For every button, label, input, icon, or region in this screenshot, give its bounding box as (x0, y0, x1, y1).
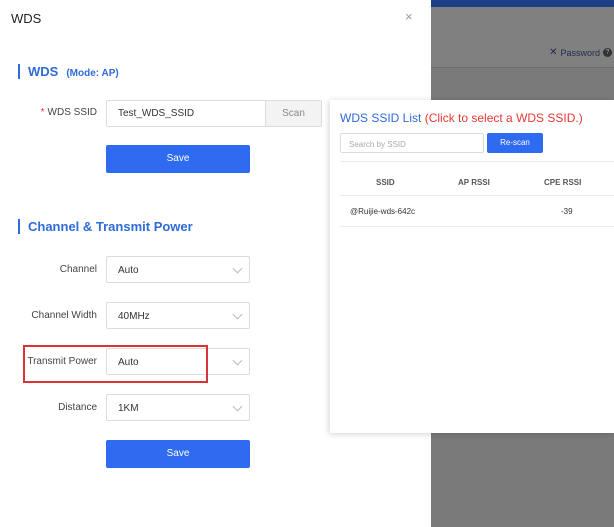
channel-section-header: Channel & Transmit Power (18, 219, 193, 234)
wds-ssid-list-popover: WDS SSID List (Click to select a WDS SSI… (330, 100, 614, 433)
wds-save-button[interactable]: Save (106, 145, 250, 173)
highlight-annotation-box (23, 345, 208, 383)
ssid-list-title: WDS SSID List (Click to select a WDS SSI… (340, 111, 583, 125)
divider (340, 195, 614, 196)
wds-ssid-input[interactable]: Test_WDS_SSID Scan (106, 100, 322, 127)
ssid-search-input[interactable] (341, 135, 479, 154)
channel-value: Auto (118, 265, 139, 276)
distance-select[interactable]: 1KM (106, 394, 250, 421)
wds-section-title: WDS (28, 64, 59, 79)
password-link[interactable]: ✕ Password ? (549, 47, 612, 58)
channel-select[interactable]: Auto (106, 256, 250, 283)
table-row[interactable]: @Ruijie-wds-642c -39 (340, 198, 614, 224)
channel-width-value: 40MHz (118, 311, 150, 322)
wds-ssid-value: Test_WDS_SSID (118, 108, 195, 119)
column-header-ssid: SSID (376, 178, 395, 187)
password-link-label: Password (560, 47, 600, 58)
distance-label: Distance (58, 402, 97, 413)
divider (340, 161, 614, 162)
rescan-button[interactable]: Re-scan (487, 133, 543, 153)
help-icon[interactable]: ? (603, 48, 612, 57)
chevron-down-icon (232, 263, 243, 274)
channel-width-select[interactable]: 40MHz (106, 302, 250, 329)
background-header: ✕ Password ? (431, 7, 614, 68)
distance-value: 1KM (118, 403, 139, 414)
row-cpe-rssi: -39 (561, 207, 573, 216)
tools-icon: ✕ (549, 47, 558, 58)
channel-label: Channel (59, 264, 97, 275)
drawer-title: WDS (11, 11, 42, 26)
chevron-down-icon (232, 401, 243, 412)
ssid-list-hint: (Click to select a WDS SSID.) (424, 111, 583, 125)
row-ssid: @Ruijie-wds-642c (350, 207, 416, 216)
close-icon[interactable]: × (405, 9, 413, 24)
column-header-ap-rssi: AP RSSI (458, 178, 490, 187)
divider (340, 226, 614, 227)
chevron-down-icon (232, 309, 243, 320)
wds-mode-label: (Mode: AP) (66, 68, 119, 79)
required-mark: * (40, 107, 45, 118)
channel-save-button[interactable]: Save (106, 440, 250, 468)
background-topbar (431, 0, 614, 7)
scan-button[interactable]: Scan (265, 101, 321, 126)
wds-section-header: WDS (Mode: AP) (18, 64, 119, 79)
channel-width-label: Channel Width (31, 310, 97, 321)
column-header-cpe-rssi: CPE RSSI (544, 178, 582, 187)
chevron-down-icon (232, 355, 243, 366)
wds-ssid-label: * WDS SSID (40, 107, 97, 118)
ssid-search-box[interactable] (340, 133, 484, 154)
channel-section-title: Channel & Transmit Power (28, 219, 193, 234)
